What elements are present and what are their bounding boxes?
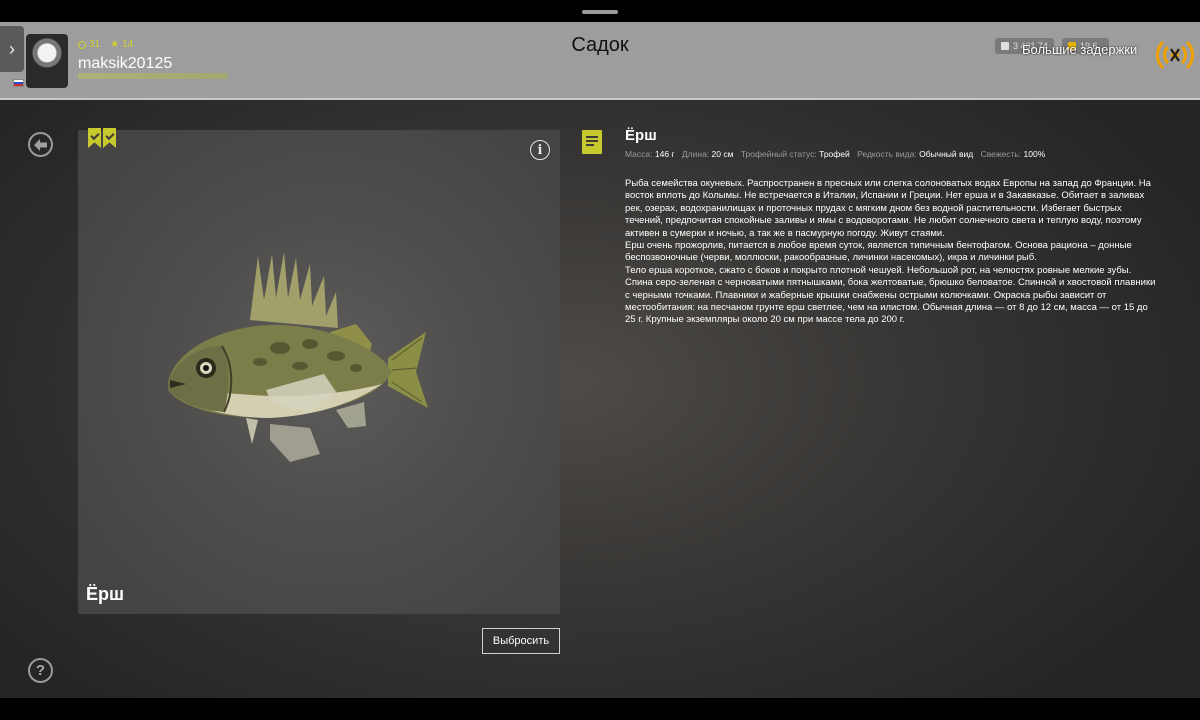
- release-fish-button[interactable]: Выбросить: [482, 628, 560, 654]
- fish-badges: [88, 128, 116, 148]
- lag-warning: Большие задержки: [1022, 42, 1138, 57]
- player-name: maksik20125: [78, 55, 173, 72]
- check-bookmark-icon: [88, 128, 101, 148]
- status-strip: [0, 0, 1200, 22]
- bottom-strip: [0, 698, 1200, 720]
- info-icon: i: [537, 142, 543, 158]
- check-bookmark-icon: [103, 128, 116, 148]
- fish-image: [168, 252, 428, 462]
- details-title: Ёрш: [625, 127, 657, 144]
- info-button[interactable]: i: [530, 140, 550, 160]
- question-icon: ?: [35, 662, 46, 679]
- description-paragraph: Ерш очень прожорлив, питается в любое вр…: [625, 240, 1132, 264]
- keepnet-screen: › 31 ★ 14 maksik20125 Садок 3 401 74 19 6…: [0, 22, 1200, 698]
- fish-name: Ёрш: [86, 584, 125, 604]
- silver-currency-icon: [1001, 42, 1009, 50]
- back-arrow-icon: [33, 138, 47, 151]
- drag-handle[interactable]: [582, 10, 618, 14]
- fish-description: Рыба семейства окуневых. Распространен в…: [625, 178, 1160, 327]
- help-button[interactable]: ?: [28, 658, 53, 683]
- player-progress: [78, 73, 228, 79]
- description-paragraph: Рыба семейства окуневых. Распространен в…: [625, 178, 1151, 239]
- country-flag-icon: [13, 79, 24, 87]
- description-paragraph: Тело ерша короткое, сжато с боков и покр…: [625, 264, 1156, 326]
- fish-properties: Масса: 146 г Длина: 20 см Трофейный стат…: [625, 149, 1046, 159]
- fish-card: i Ёрш: [78, 128, 560, 614]
- note-icon: [582, 130, 602, 154]
- connection-warning-icon: [1156, 40, 1194, 70]
- top-bar: › 31 ★ 14 maksik20125 Садок 3 401 74 19 6…: [0, 22, 1200, 100]
- back-button[interactable]: [28, 132, 53, 157]
